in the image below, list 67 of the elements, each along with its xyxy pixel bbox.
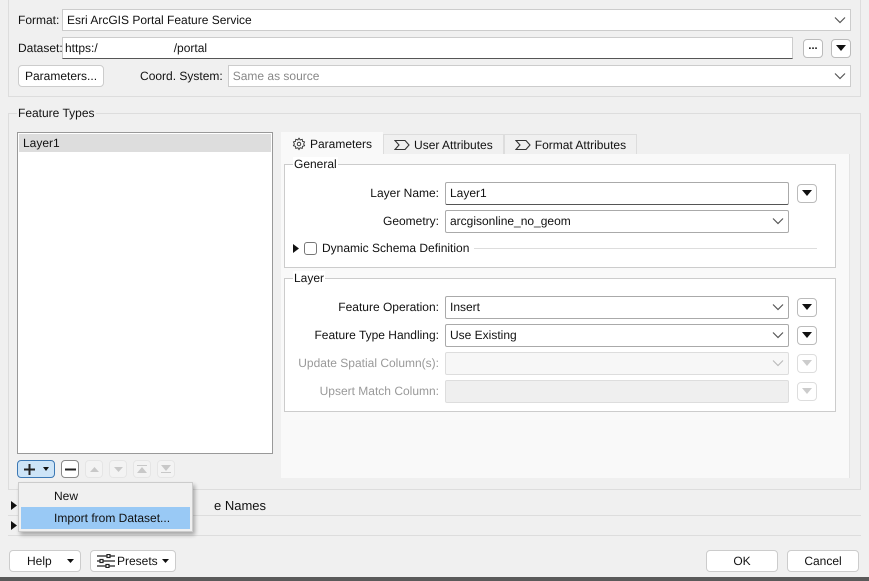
- dropdown-field[interactable]: [445, 352, 789, 374]
- triangle-down-icon: [802, 332, 812, 338]
- triangle-down-icon: [802, 190, 812, 196]
- toolbar-button[interactable]: [61, 460, 79, 478]
- field-label: Geometry:: [382, 213, 440, 230]
- help-button[interactable]: Help: [9, 550, 81, 572]
- section-title: e Names: [214, 496, 266, 515]
- caret-icon: [42, 467, 48, 471]
- dropdown-menu-button[interactable]: [797, 298, 817, 316]
- parameters-button[interactable]: Parameters...: [18, 65, 104, 87]
- tab[interactable]: User Attributes: [383, 134, 504, 154]
- dropdown-field[interactable]: arcgisonline_no_geom: [445, 210, 789, 232]
- expand-triangle-icon[interactable]: [11, 521, 17, 530]
- expand-triangle-icon[interactable]: [11, 501, 17, 510]
- chevron-down-icon: [834, 72, 846, 80]
- presets-button[interactable]: Presets: [90, 550, 176, 572]
- dropdown-menu-button[interactable]: [797, 184, 817, 202]
- triangle-down-icon: [802, 304, 812, 310]
- chevron-down-icon: [772, 303, 784, 311]
- field-label: Update Spatial Column(s):: [297, 355, 440, 372]
- field-label: Coord. System:: [140, 68, 223, 85]
- dropdown-menu-button[interactable]: [831, 38, 851, 58]
- chevron-down-icon: [772, 331, 784, 339]
- coord-system-dropdown[interactable]: Same as source: [228, 65, 851, 87]
- dropdown-menu-button[interactable]: [797, 326, 817, 344]
- text-input-field[interactable]: [445, 380, 789, 402]
- triangle-down-icon: [802, 388, 812, 394]
- format-dropdown[interactable]: Esri ArcGIS Portal Feature Service: [62, 9, 851, 31]
- browse-button[interactable]: ...: [803, 38, 823, 58]
- group-title: General: [293, 157, 338, 171]
- chevron-down-icon: [772, 217, 784, 225]
- menu-item[interactable]: New: [21, 485, 190, 507]
- field-label: Upsert Match Column:: [318, 383, 440, 400]
- ok-button[interactable]: OK: [706, 550, 778, 572]
- plus-icon: [24, 464, 34, 474]
- cancel-button[interactable]: Cancel: [787, 550, 859, 572]
- checkbox[interactable]: [304, 242, 317, 254]
- group-title: Feature Types: [17, 106, 96, 120]
- caret-icon: [67, 559, 74, 563]
- move-top-icon: [137, 465, 147, 473]
- triangle-down-icon: [802, 360, 812, 366]
- field-label: Feature Operation:: [337, 299, 440, 316]
- sliders-icon: [97, 554, 115, 568]
- tab[interactable]: Format Attributes: [504, 134, 638, 154]
- field-label: Format:: [18, 12, 58, 29]
- caret-icon: [162, 559, 169, 563]
- dropdown-field[interactable]: Use Existing: [445, 324, 789, 346]
- minus-icon: [64, 468, 76, 470]
- dropdown-field[interactable]: Insert: [445, 296, 789, 318]
- triangle-down-icon: [836, 45, 846, 51]
- triangle-up-icon: [90, 466, 98, 472]
- chevron-down-icon: [834, 16, 846, 24]
- triangle-down-icon: [114, 466, 122, 472]
- gear-icon: [292, 136, 306, 150]
- menu-item[interactable]: Import from Dataset...: [21, 507, 190, 529]
- text-input-field[interactable]: Layer1: [445, 182, 789, 204]
- expand-triangle-icon[interactable]: [293, 244, 299, 252]
- field-label: Layer Name:: [369, 185, 440, 202]
- field-label: Feature Type Handling:: [313, 327, 440, 344]
- toolbar-button[interactable]: [17, 460, 55, 478]
- layer-list-item[interactable]: Layer1: [19, 134, 271, 152]
- move-bottom-icon: [161, 465, 171, 473]
- group-title: Layer: [293, 271, 326, 285]
- checkbox-label: Dynamic Schema Definition: [322, 240, 470, 257]
- chevron-down-icon: [772, 359, 784, 367]
- dataset-input-field[interactable]: https:/ /portal: [62, 37, 793, 59]
- tab[interactable]: Parameters: [281, 132, 384, 154]
